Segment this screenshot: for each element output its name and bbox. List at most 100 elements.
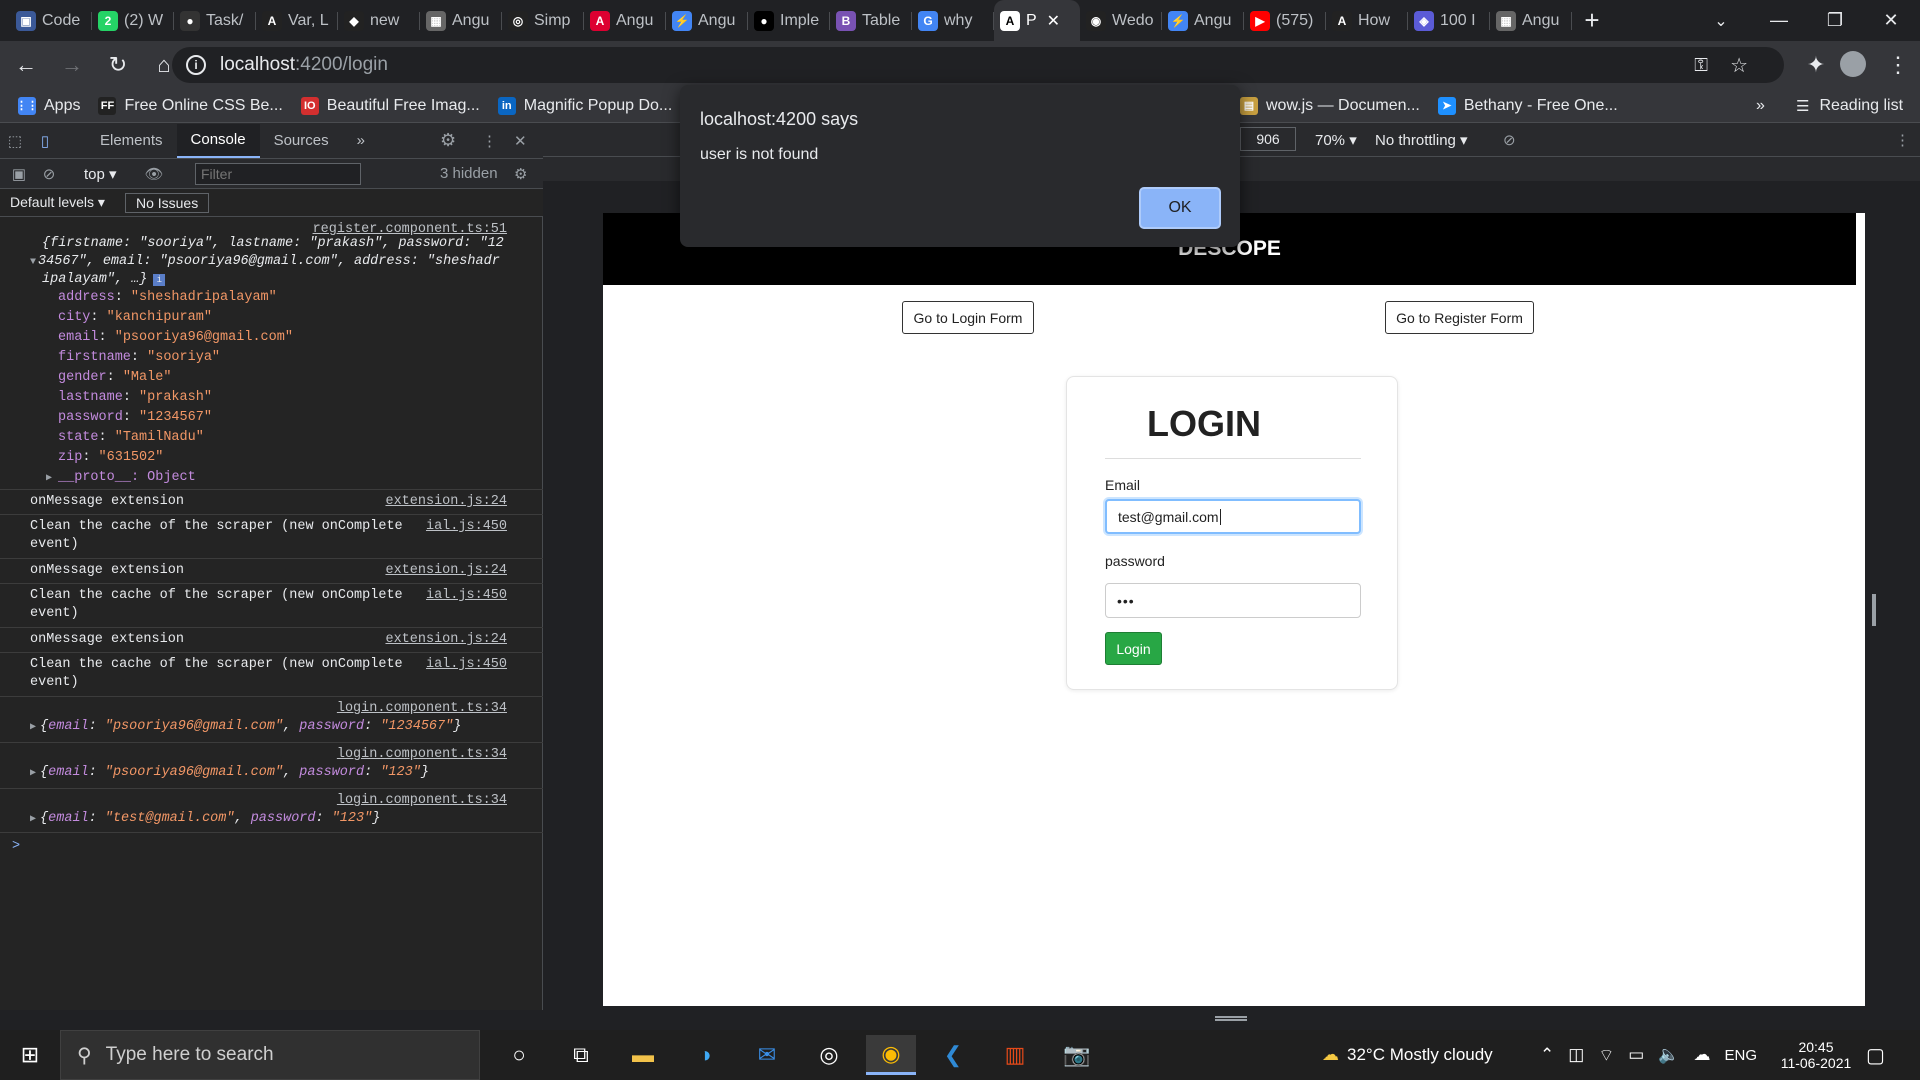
devtools-menu-icon[interactable]: ⋮	[482, 132, 497, 150]
browser-tab[interactable]: B Table	[830, 0, 912, 41]
default-levels-select[interactable]: Default levels ▾	[10, 194, 105, 211]
windows-start-icon[interactable]: ⊞	[5, 1035, 55, 1075]
tab-elements[interactable]: Elements	[86, 124, 177, 158]
maximize-button[interactable]: ❐	[1806, 0, 1864, 41]
forward-icon[interactable]: →	[52, 45, 92, 85]
throttling-select[interactable]: No throttling ▾	[1375, 131, 1468, 149]
site-info-icon[interactable]: i	[186, 55, 206, 75]
bookmark-item[interactable]: FF Free Online CSS Be...	[98, 96, 283, 115]
tray-battery-icon[interactable]: ▭	[1628, 1045, 1644, 1065]
devtools-close-icon[interactable]: ✕	[514, 132, 527, 150]
expand-arrow-icon[interactable]: ▶	[30, 814, 36, 825]
profile-avatar[interactable]	[1840, 51, 1866, 77]
console-filter-input[interactable]	[195, 163, 361, 185]
bookmark-star-icon[interactable]: ☆	[1730, 53, 1748, 78]
tray-volume-icon[interactable]: 🔈	[1658, 1045, 1679, 1065]
tray-wifi-icon[interactable]: ⌔	[1598, 1045, 1614, 1066]
chrome-icon[interactable]: ◉	[866, 1035, 916, 1075]
more-tabs-icon[interactable]: »	[343, 124, 379, 158]
browser-tab[interactable]: ▣ Code	[10, 0, 92, 41]
console-prompt[interactable]: >	[12, 839, 20, 854]
source-link[interactable]: login.component.ts:34	[337, 792, 507, 810]
browser-tab[interactable]: ▦ Angu	[420, 0, 502, 41]
bookmark-item[interactable]: in Magnific Popup Do...	[497, 96, 672, 115]
bookmark-item[interactable]: IO Beautiful Free Imag...	[300, 96, 480, 115]
taskbar-search[interactable]: ⚲ Type here to search	[60, 1030, 480, 1080]
go-to-register-button[interactable]: Go to Register Form	[1385, 301, 1534, 334]
browser-tab[interactable]: ● Imple	[748, 0, 830, 41]
console-settings-icon[interactable]: ⚙	[514, 165, 527, 183]
expand-arrow-icon[interactable]: ▶	[30, 722, 36, 733]
source-link[interactable]: ial.js:450	[426, 518, 507, 536]
source-link[interactable]: extension.js:24	[385, 562, 507, 580]
minimize-button[interactable]: —	[1750, 0, 1808, 41]
login-button[interactable]: Login	[1105, 632, 1162, 665]
tray-language[interactable]: ENG	[1725, 1047, 1758, 1064]
address-bar[interactable]: i localhost:4200/login ⚿ ☆	[172, 47, 1784, 83]
dell-icon[interactable]: ◎	[804, 1035, 854, 1075]
edge-icon[interactable]: ◑	[680, 1035, 730, 1075]
vscode-icon[interactable]: ❮	[928, 1035, 978, 1075]
tab-search-icon[interactable]: ⌄	[1692, 0, 1750, 41]
browser-tab[interactable]: ◆ new	[338, 0, 420, 41]
settings-gear-icon[interactable]: ⚙	[440, 130, 456, 151]
source-link[interactable]: ial.js:450	[426, 587, 507, 605]
key-icon[interactable]: ⚿	[1694, 55, 1708, 76]
live-expression-icon[interactable]: 👁	[145, 165, 164, 183]
browser-tab[interactable]: ⚡ Angu	[1162, 0, 1244, 41]
sidebar-toggle-icon[interactable]: ▣	[4, 165, 34, 183]
source-link[interactable]: extension.js:24	[385, 631, 507, 649]
rotate-icon[interactable]: ⊘	[1503, 131, 1516, 149]
browser-tab[interactable]: ◎ Simp	[502, 0, 584, 41]
browser-tab[interactable]: ◉ Wedo	[1080, 0, 1162, 41]
office-icon[interactable]: ▥	[990, 1035, 1040, 1075]
bookmarks-overflow[interactable]: »	[1756, 97, 1765, 115]
bookmark-item[interactable]: ▤ wow.js — Documen...	[1240, 96, 1420, 115]
browser-tab[interactable]: A How	[1326, 0, 1408, 41]
browser-tab[interactable]: ◈ 100 I	[1408, 0, 1490, 41]
bookmark-item[interactable]: ⋮⋮ Apps	[16, 96, 80, 115]
browser-tab[interactable]: A P ✕	[994, 0, 1080, 41]
back-icon[interactable]: ←	[6, 45, 46, 85]
email-field[interactable]: test@gmail.com	[1105, 499, 1361, 534]
expand-arrow-icon[interactable]: ▶	[46, 473, 52, 484]
browser-tab[interactable]: A Var, L	[256, 0, 338, 41]
source-link[interactable]: extension.js:24	[385, 493, 507, 511]
issues-button[interactable]: No Issues	[124, 192, 210, 213]
camera-icon[interactable]: 📷	[1052, 1035, 1102, 1075]
browser-tab[interactable]: ▶ (575)	[1244, 0, 1326, 41]
reading-list-button[interactable]: ☰ Reading list	[1796, 97, 1903, 115]
bookmark-item[interactable]: ➤ Bethany - Free One...	[1437, 96, 1618, 115]
viewport-height-input[interactable]: 906	[1240, 127, 1296, 151]
resize-handle-bottom[interactable]	[1215, 1016, 1247, 1021]
browser-tab[interactable]: A Angu	[584, 0, 666, 41]
resize-handle-right[interactable]	[1872, 594, 1876, 626]
context-select[interactable]: top ▾	[84, 165, 117, 183]
browser-tab[interactable]: ⚡ Angu	[666, 0, 748, 41]
clear-console-icon[interactable]: ⊘	[34, 165, 64, 183]
clock[interactable]: 20:45 11-06-2021	[1776, 1030, 1856, 1080]
tab-sources[interactable]: Sources	[260, 124, 343, 158]
file-explorer-icon[interactable]: ▬	[618, 1035, 668, 1075]
menu-icon[interactable]: ⋮	[1878, 45, 1918, 85]
weather-widget[interactable]: ☁ 32°C Mostly cloudy	[1322, 1030, 1493, 1080]
inspect-icon[interactable]: ⬚	[0, 132, 30, 150]
browser-tab[interactable]: 2 (2) W	[92, 0, 174, 41]
tab-close-icon[interactable]: ✕	[1047, 11, 1060, 31]
password-field[interactable]: •••	[1105, 583, 1361, 618]
go-to-login-button[interactable]: Go to Login Form	[902, 301, 1034, 334]
close-window-button[interactable]: ✕	[1862, 0, 1920, 41]
source-link[interactable]: login.component.ts:34	[337, 746, 507, 764]
source-link[interactable]: login.component.ts:34	[337, 700, 507, 718]
source-link[interactable]: ial.js:450	[426, 656, 507, 674]
notifications-icon[interactable]: ▢	[1866, 1030, 1885, 1080]
task-view-icon[interactable]: ⧉	[556, 1035, 606, 1075]
tray-onedrive-icon[interactable]: ☁	[1694, 1045, 1711, 1065]
device-toolbar-icon[interactable]: ▯	[30, 132, 60, 150]
extensions-icon[interactable]: ✦	[1796, 45, 1836, 85]
reload-icon[interactable]: ↻	[98, 45, 138, 85]
zoom-select[interactable]: 70% ▾	[1315, 131, 1357, 149]
tray-chevron-icon[interactable]: ⌃	[1540, 1045, 1554, 1065]
mail-icon[interactable]: ✉	[742, 1035, 792, 1075]
expand-arrow-icon[interactable]: ▶	[30, 768, 36, 779]
